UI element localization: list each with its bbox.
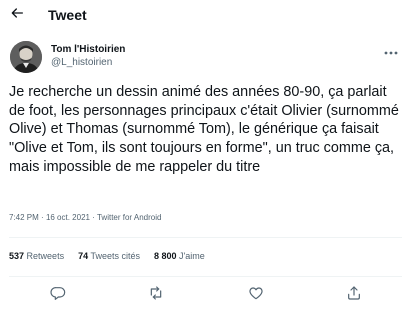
divider [9, 276, 402, 277]
like-button[interactable] [247, 286, 265, 304]
retweet-icon [148, 285, 164, 306]
share-button[interactable] [345, 285, 363, 306]
retweets-label: Retweets [26, 251, 65, 261]
meta-separator: · [41, 213, 44, 222]
author-info: Tom l'Histoirien @L_histoirien [51, 43, 251, 69]
quotes-count: 74 [78, 251, 89, 261]
divider [9, 237, 402, 238]
tweet-source[interactable]: Twitter for Android [97, 213, 161, 222]
tweet-meta: 7:42 PM · 16 oct. 2021 · Twitter for And… [9, 213, 161, 222]
reply-button[interactable] [49, 286, 67, 304]
retweet-button[interactable] [147, 285, 165, 306]
author-display-name[interactable]: Tom l'Histoirien [51, 43, 251, 56]
share-icon [346, 285, 362, 306]
page-title: Tweet [48, 7, 87, 23]
meta-separator: · [92, 213, 95, 222]
more-horizontal-icon [384, 42, 398, 60]
likes-stat[interactable]: 8 800 J'aime [154, 251, 205, 261]
retweets-count: 537 [9, 251, 25, 261]
tweet-actions [0, 285, 411, 306]
author-handle[interactable]: @L_histoirien [51, 56, 251, 69]
retweets-stat[interactable]: 537 Retweets [9, 251, 64, 261]
arrow-left-icon [9, 5, 25, 26]
tweet-date[interactable]: 16 oct. 2021 [46, 213, 90, 222]
header: Tweet [0, 0, 411, 31]
author: Tom l'Histoirien @L_histoirien [10, 41, 125, 73]
likes-label: J'aime [179, 251, 205, 261]
avatar[interactable] [10, 41, 42, 73]
back-button[interactable] [7, 5, 27, 25]
tweet-text: Je recherche un dessin animé des années … [9, 84, 399, 175]
tweet-time[interactable]: 7:42 PM [9, 213, 39, 222]
heart-icon [248, 285, 264, 306]
quotes-stat[interactable]: 74 Tweets cités [78, 251, 140, 261]
reply-icon [50, 285, 66, 306]
tweet-stats: 537 Retweets 74 Tweets cités 8 800 J'aim… [9, 251, 219, 261]
likes-count: 8 800 [153, 251, 177, 261]
quotes-label: Tweets cités [90, 251, 140, 261]
more-options-button[interactable] [383, 45, 399, 57]
